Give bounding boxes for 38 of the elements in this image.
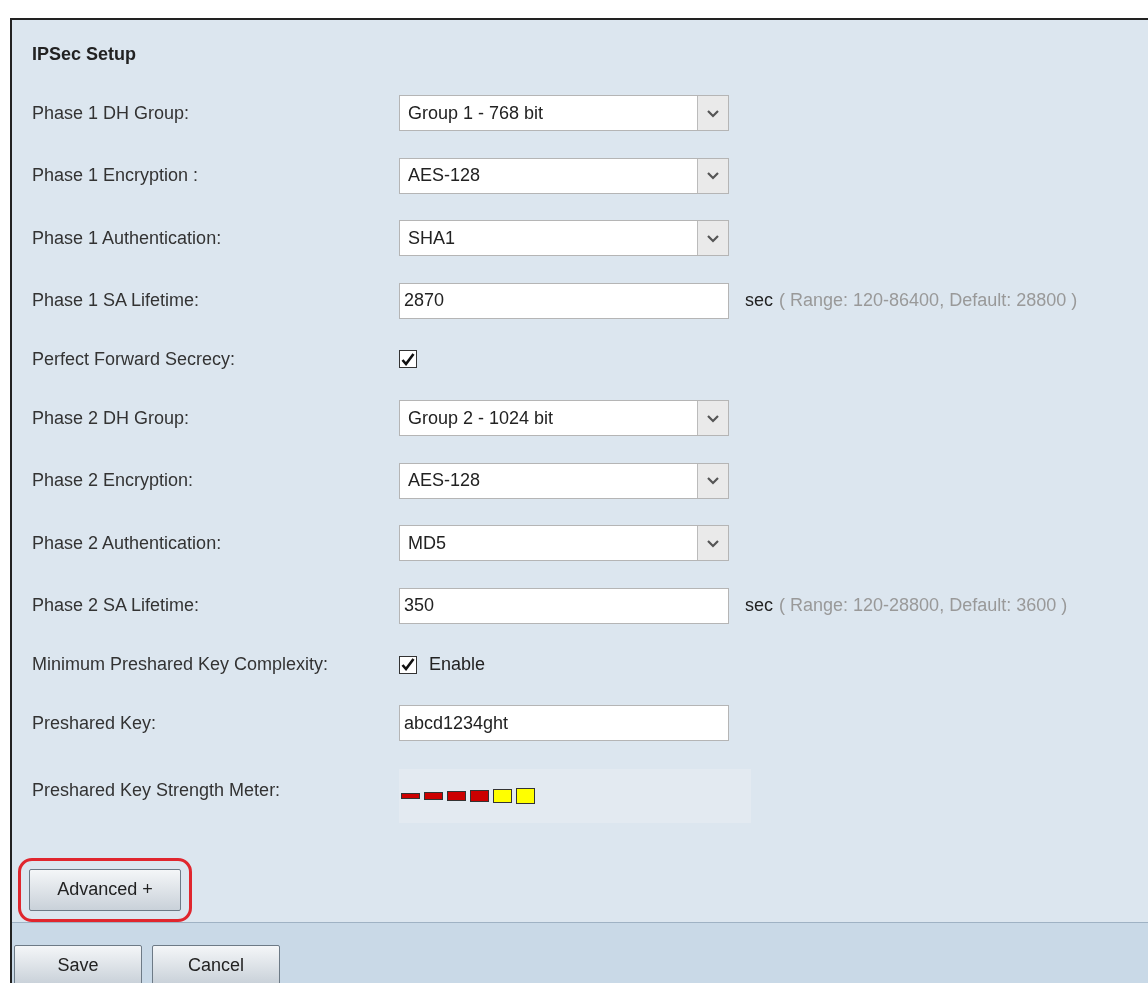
- section-title: IPSec Setup: [32, 44, 138, 66]
- range-hint: ( Range: 120-86400, Default: 28800 ): [779, 290, 1078, 312]
- input-field[interactable]: 2870: [399, 282, 729, 319]
- unit-label: sec: [745, 290, 773, 312]
- field-label: Phase 2 Encryption:: [32, 470, 195, 492]
- caret-icon: [707, 413, 719, 423]
- checkbox[interactable]: [399, 350, 417, 369]
- field-label: Preshared Key Strength Meter:: [32, 779, 282, 801]
- caret-icon: [707, 538, 719, 548]
- caret-icon: [707, 233, 719, 243]
- field-label: Phase 1 Authentication:: [32, 227, 223, 249]
- dropdown[interactable]: SHA1: [399, 220, 729, 257]
- caret-icon: [707, 476, 719, 486]
- field-label: Phase 1 Encryption :: [32, 165, 200, 187]
- caret-icon: [707, 108, 719, 118]
- checkbox[interactable]: [399, 655, 417, 674]
- action-button[interactable]: Cancel: [152, 945, 280, 983]
- caret-icon: [707, 171, 719, 181]
- field-label: Phase 2 SA Lifetime:: [32, 595, 201, 617]
- advanced-button[interactable]: Advanced +: [29, 868, 181, 911]
- option-label: Enable: [429, 654, 486, 675]
- unit-label: sec: [745, 595, 773, 617]
- field-label: Perfect Forward Secrecy:: [32, 348, 237, 370]
- action-button[interactable]: Save: [14, 945, 142, 983]
- dropdown[interactable]: AES-128: [399, 462, 729, 499]
- field-label: Phase 2 Authentication:: [32, 532, 223, 554]
- dropdown[interactable]: MD5: [399, 525, 729, 562]
- input-field[interactable]: 350: [399, 587, 729, 624]
- dropdown[interactable]: Group 2 - 1024 bit: [399, 400, 729, 437]
- dropdown[interactable]: Group 1 - 768 bit: [399, 95, 729, 132]
- field-label: Phase 1 SA Lifetime:: [32, 290, 201, 312]
- field-label: Phase 1 DH Group:: [32, 102, 191, 124]
- dropdown[interactable]: AES-128: [399, 157, 729, 194]
- range-hint: ( Range: 120-28800, Default: 3600 ): [779, 595, 1068, 617]
- field-label: Preshared Key:: [32, 712, 158, 734]
- input-field[interactable]: abcd1234ght: [399, 705, 729, 742]
- field-label: Minimum Preshared Key Complexity:: [32, 654, 330, 675]
- field-label: Phase 2 DH Group:: [32, 407, 191, 429]
